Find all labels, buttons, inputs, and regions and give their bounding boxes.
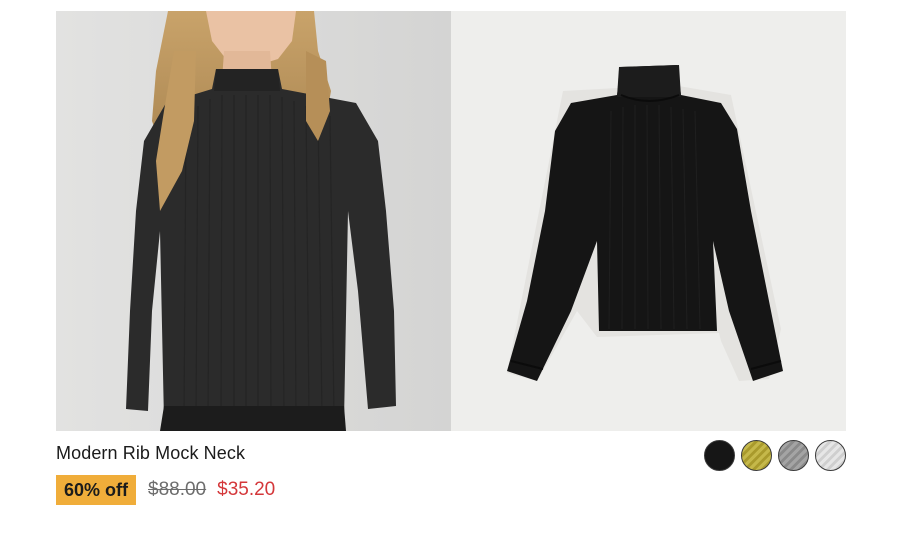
swatch-light-grey[interactable] (815, 440, 846, 471)
product-card[interactable]: Modern Rib Mock Neck 60% off $88.00 $35.… (56, 11, 846, 523)
discount-badge: 60% off (56, 475, 137, 505)
product-info: Modern Rib Mock Neck 60% off $88.00 $35.… (56, 440, 846, 523)
product-image-model[interactable] (56, 11, 451, 431)
sale-price: $35.20 (217, 479, 276, 500)
swatch-grey[interactable] (778, 440, 809, 471)
price-row: 60% off $88.00 $35.20 (56, 475, 275, 505)
original-price: $88.00 (148, 479, 207, 500)
swatch-black[interactable] (704, 440, 735, 471)
model-photo-illustration (56, 11, 451, 431)
flat-lay-illustration (451, 11, 846, 431)
product-image-flat[interactable] (451, 11, 846, 431)
product-images[interactable] (56, 11, 846, 431)
color-swatches (704, 440, 846, 471)
product-title[interactable]: Modern Rib Mock Neck (56, 443, 245, 464)
swatch-olive-gold[interactable] (741, 440, 772, 471)
